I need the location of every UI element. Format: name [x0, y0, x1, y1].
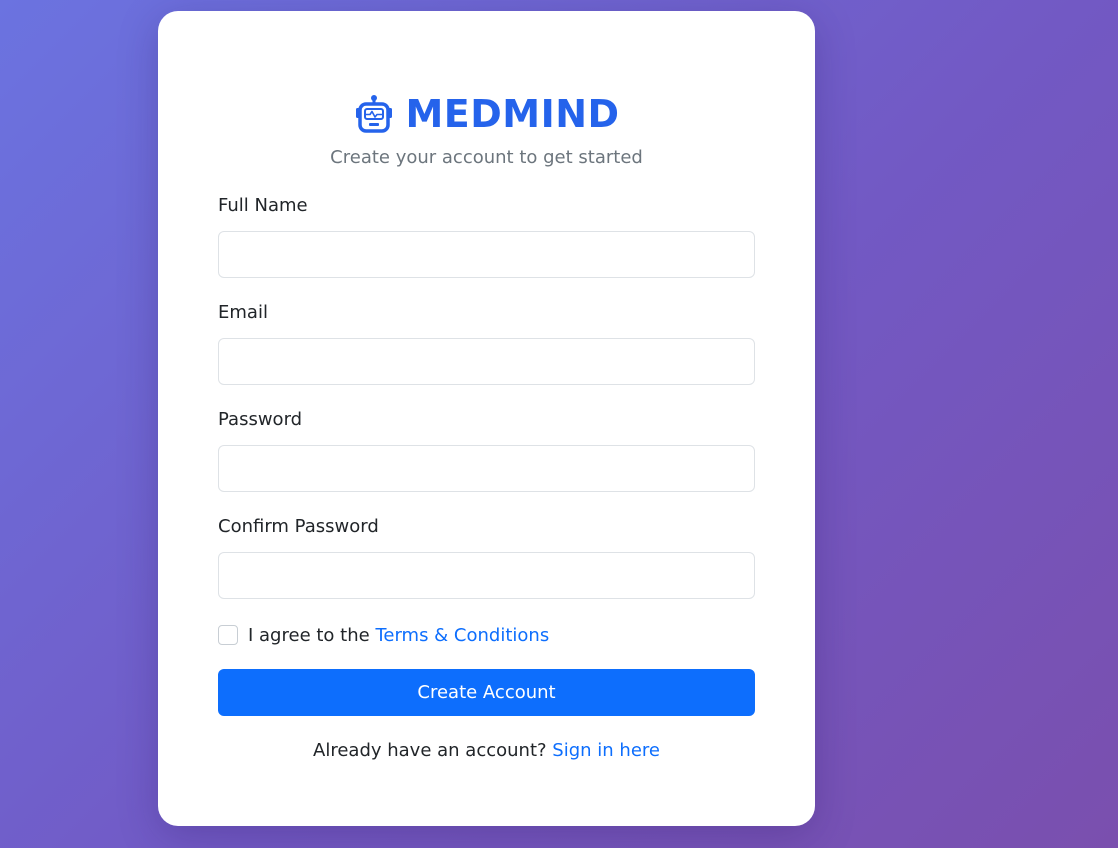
email-input[interactable] [218, 338, 755, 385]
signin-prompt: Already have an account? [313, 740, 547, 761]
confirm-password-input[interactable] [218, 552, 755, 599]
signin-link[interactable]: Sign in here [552, 740, 660, 761]
full-name-input[interactable] [218, 231, 755, 278]
brand-header: MEDMIND [158, 91, 815, 137]
brand-name: MEDMIND [405, 92, 620, 136]
terms-link[interactable]: Terms & Conditions [375, 625, 549, 646]
full-name-label: Full Name [218, 195, 308, 216]
password-label: Password [218, 409, 303, 430]
create-account-button[interactable]: Create Account [218, 669, 755, 716]
robot-icon [353, 93, 395, 135]
password-input[interactable] [218, 445, 755, 492]
terms-checkbox[interactable] [218, 625, 238, 645]
email-label: Email [218, 302, 268, 323]
confirm-password-label: Confirm Password [218, 516, 379, 537]
page-subtitle: Create your account to get started [330, 147, 643, 168]
signin-row: Already have an account? Sign in here [158, 740, 815, 761]
terms-row: I agree to the Terms & Conditions [218, 623, 549, 647]
terms-prefix: I agree to the [248, 624, 370, 646]
signup-card: MEDMIND Create your account to get start… [158, 11, 815, 826]
